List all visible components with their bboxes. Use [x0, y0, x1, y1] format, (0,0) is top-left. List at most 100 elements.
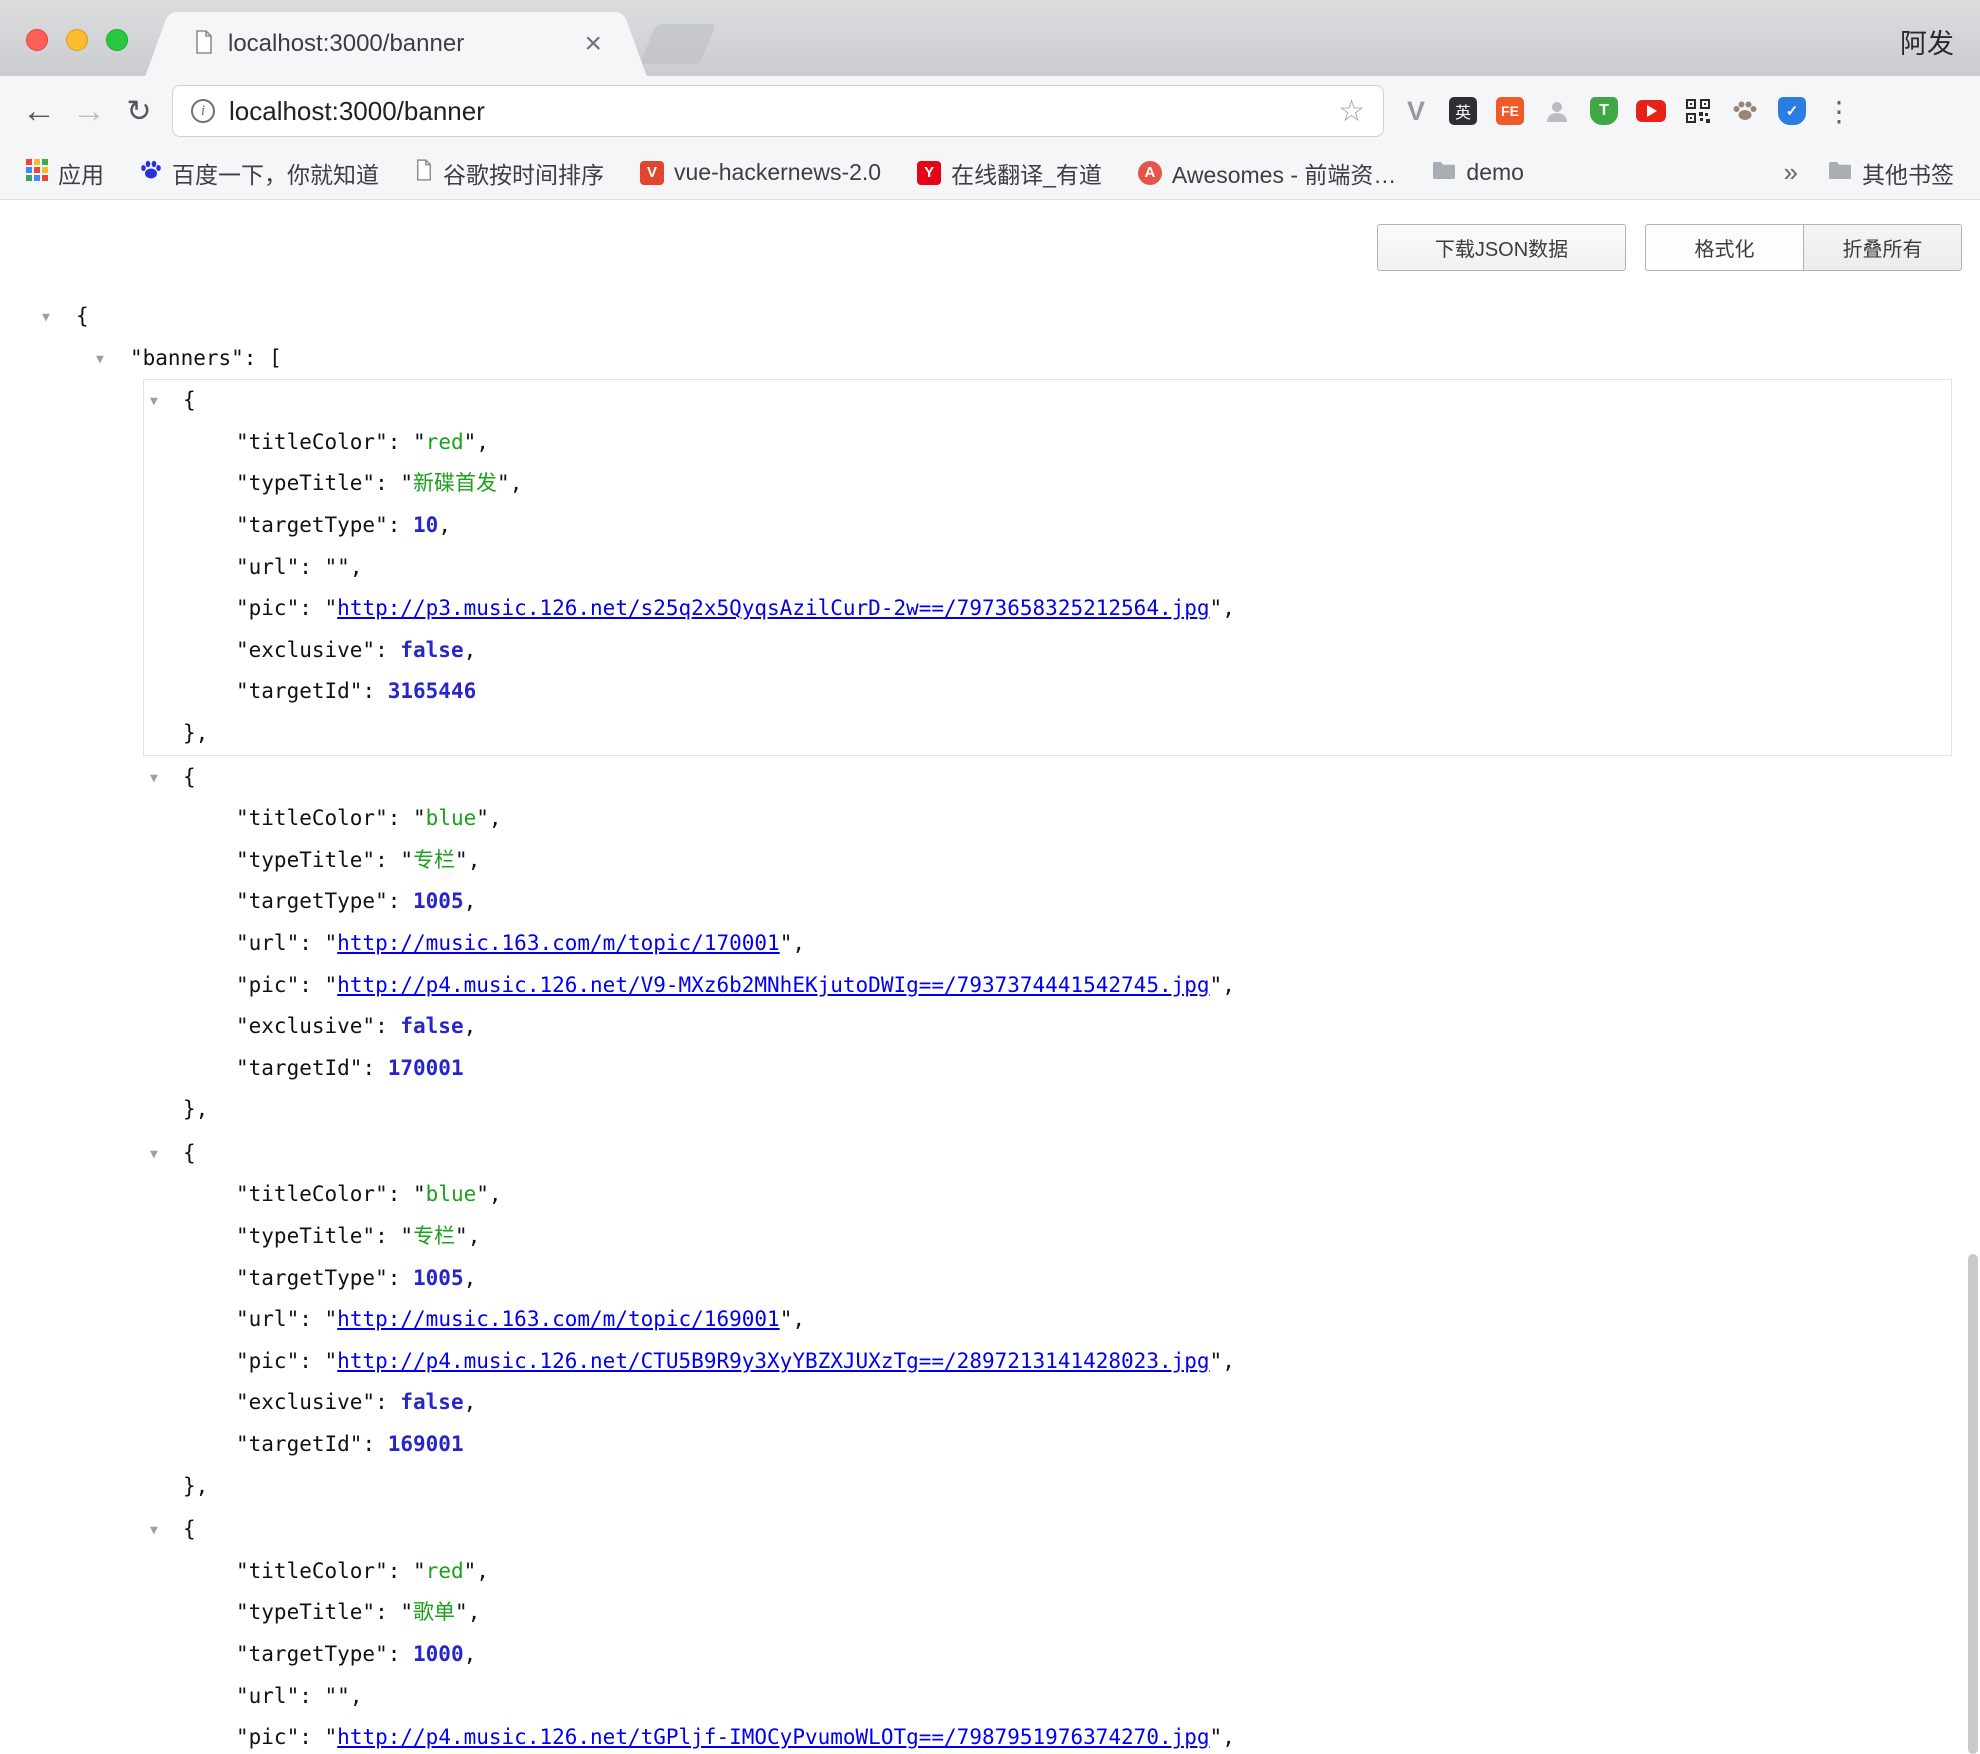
collapse-all-button[interactable]: 折叠所有: [1803, 224, 1962, 271]
bookmark-star-icon[interactable]: ☆: [1338, 94, 1365, 129]
window-minimize-button[interactable]: [66, 29, 88, 51]
json-url-link[interactable]: http://music.163.com/m/topic/169001: [337, 1307, 780, 1331]
json-number-value: 1005: [413, 889, 464, 913]
json-key: "url": [236, 1684, 299, 1708]
page-content: 下载JSON数据 格式化 折叠所有 ▼{▼"banners": [▼{"titl…: [0, 200, 1980, 1754]
bookmark-item-youdao[interactable]: Y 在线翻译_有道: [917, 156, 1102, 190]
json-string-value: 歌单: [413, 1600, 455, 1624]
collapse-caret-icon[interactable]: ▼: [150, 1510, 158, 1552]
json-line: "url": "http://music.163.com/m/topic/169…: [144, 1299, 1951, 1341]
download-json-button[interactable]: 下载JSON数据: [1377, 224, 1626, 271]
json-line: "typeTitle": "专栏",: [144, 1216, 1951, 1258]
json-number-value: 1000: [413, 1642, 464, 1666]
fe-extension-icon[interactable]: FE: [1494, 95, 1526, 127]
fe-glyph: FE: [1496, 97, 1524, 125]
vue-icon: V: [640, 161, 664, 185]
json-string-value: 新碟首发: [413, 471, 497, 495]
json-line: "exclusive": false,: [144, 1006, 1951, 1048]
vimium-extension-icon[interactable]: V: [1400, 95, 1432, 127]
json-key: "targetType": [236, 513, 388, 537]
json-line: "pic": "http://p4.music.126.net/CTU5B9R9…: [144, 1341, 1951, 1383]
collapse-caret-icon[interactable]: ▼: [96, 339, 104, 381]
json-line: ▼{: [0, 296, 1980, 338]
json-url-link[interactable]: http://p3.music.126.net/s25q2x5QyqsAzilC…: [337, 596, 1209, 620]
qr-code-extension-icon[interactable]: [1682, 95, 1714, 127]
json-line: ▼{: [144, 380, 1951, 422]
json-url-link[interactable]: http://music.163.com/m/topic/170001: [337, 931, 780, 955]
json-line: "targetType": 1005,: [144, 881, 1951, 923]
address-bar[interactable]: i localhost:3000/banner ☆: [172, 85, 1384, 137]
json-line: "typeTitle": "歌单",: [144, 1592, 1951, 1634]
shield-t-extension-icon[interactable]: T: [1588, 95, 1620, 127]
json-number-value: 10: [413, 513, 438, 537]
format-button[interactable]: 格式化: [1645, 224, 1804, 271]
json-key: "titleColor": [236, 1182, 388, 1206]
apps-grid-icon: [26, 159, 48, 186]
url-text[interactable]: localhost:3000/banner: [229, 96, 485, 127]
json-line: ▼{: [144, 1133, 1951, 1175]
json-line: ▼{: [144, 1509, 1951, 1551]
new-tab-button[interactable]: [640, 24, 716, 64]
json-line: "targetId": 170001: [144, 1048, 1951, 1090]
shield-check-extension-icon[interactable]: ✓: [1776, 95, 1808, 127]
page-icon: [415, 159, 433, 186]
json-line: "titleColor": "red",: [144, 422, 1951, 464]
back-button[interactable]: ←: [14, 86, 64, 136]
json-key: "url": [236, 931, 299, 955]
window-close-button[interactable]: [26, 29, 48, 51]
json-line: "targetType": 1000,: [144, 1634, 1951, 1676]
youtube-extension-icon[interactable]: [1635, 95, 1667, 127]
apps-shortcut[interactable]: 应用: [26, 156, 104, 190]
window-zoom-button[interactable]: [106, 29, 128, 51]
collapse-caret-icon[interactable]: ▼: [150, 1134, 158, 1176]
bookmark-item-baidu[interactable]: 百度一下，你就知道: [140, 156, 379, 190]
json-line: "url": "",: [144, 547, 1951, 589]
tab-close-icon[interactable]: ×: [584, 29, 602, 59]
json-key: "typeTitle": [236, 848, 375, 872]
browser-menu-icon[interactable]: ⋮: [1823, 95, 1855, 127]
json-key: "exclusive": [236, 1390, 375, 1414]
forward-button: →: [64, 86, 114, 136]
json-line: "targetType": 1005,: [144, 1258, 1951, 1300]
bookmark-label: vue-hackernews-2.0: [674, 159, 881, 186]
json-line: "typeTitle": "专栏",: [144, 840, 1951, 882]
translator-extension-icon[interactable]: 英: [1447, 95, 1479, 127]
reload-button[interactable]: ↻: [114, 86, 164, 136]
site-info-icon[interactable]: i: [191, 99, 215, 123]
bookmark-item-demo[interactable]: demo: [1432, 159, 1524, 186]
json-string-value: red: [426, 1559, 464, 1583]
json-number-value: false: [400, 1014, 463, 1038]
json-key: "pic": [236, 973, 299, 997]
json-line: },: [144, 1466, 1951, 1508]
json-key: "targetId": [236, 1056, 362, 1080]
browser-tab[interactable]: localhost:3000/banner ×: [172, 12, 620, 76]
json-line: "typeTitle": "新碟首发",: [144, 463, 1951, 505]
json-key: "typeTitle": [236, 1224, 375, 1248]
other-bookmarks-folder[interactable]: 其他书签: [1828, 156, 1954, 190]
json-url-link[interactable]: http://p4.music.126.net/CTU5B9R9y3XyYBZX…: [337, 1349, 1209, 1373]
json-string-value: 专栏: [413, 1224, 455, 1248]
paw-extension-icon[interactable]: [1729, 95, 1761, 127]
bookmark-item-awesomes[interactable]: A Awesomes - 前端资…: [1138, 156, 1397, 190]
bookmark-item-google-sort[interactable]: 谷歌按时间排序: [415, 156, 604, 190]
bookmarks-overflow-chevron[interactable]: »: [1784, 157, 1798, 188]
collapse-caret-icon[interactable]: ▼: [42, 297, 50, 339]
scrollbar-thumb[interactable]: [1968, 1254, 1978, 1754]
json-key: "targetType": [236, 1266, 388, 1290]
json-url-link[interactable]: http://p4.music.126.net/V9-MXz6b2MNhEKju…: [337, 973, 1209, 997]
bookmark-item-vue-hackernews[interactable]: V vue-hackernews-2.0: [640, 159, 881, 186]
json-number-value: false: [400, 638, 463, 662]
collapse-caret-icon[interactable]: ▼: [150, 381, 158, 423]
profile-extension-icon[interactable]: [1541, 95, 1573, 127]
profile-name[interactable]: 阿发: [1900, 22, 1954, 61]
bookmark-label: Awesomes - 前端资…: [1172, 156, 1397, 190]
json-line: "exclusive": false,: [144, 630, 1951, 672]
json-key: "typeTitle": [236, 1600, 375, 1624]
folder-icon: [1432, 161, 1456, 185]
banner-object: ▼{"titleColor": "blue","typeTitle": "专栏"…: [143, 756, 1952, 1132]
bookmark-label: demo: [1466, 159, 1524, 186]
collapse-caret-icon[interactable]: ▼: [150, 758, 158, 800]
json-line: },: [144, 713, 1951, 755]
json-url-link[interactable]: http://p4.music.126.net/tGPljf-IMOCyPvum…: [337, 1725, 1209, 1749]
extension-strip: V 英 FE T ✓ ⋮: [1400, 95, 1855, 127]
